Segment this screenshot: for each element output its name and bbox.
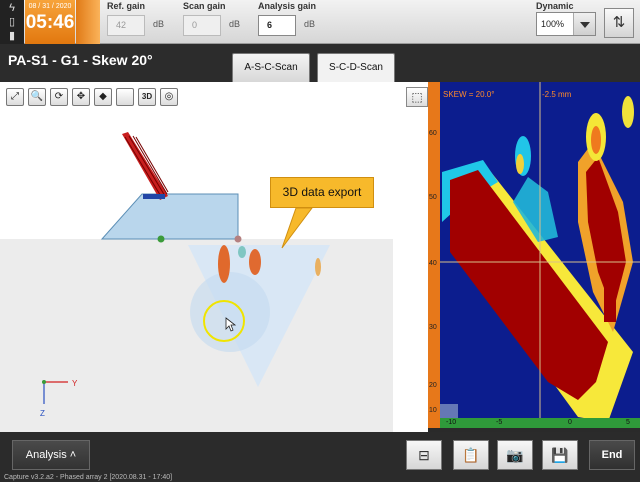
status-accent [76,0,100,44]
x-tick-neg5: -5 [496,419,503,426]
analysis-button[interactable]: Analysis ˄ [12,440,90,470]
s-scan-image [428,82,640,428]
chevron-down-icon[interactable] [573,13,595,35]
save-icon[interactable]: 💾 [542,440,578,470]
skew-label: SKEW = 20.0° [443,90,495,99]
marker-green[interactable] [157,235,165,243]
x-tick-neg10: -10 [446,419,457,426]
report-icon[interactable]: 📋 [453,440,489,470]
depth-label: -2.5 mm [542,90,572,99]
status-text: Capture v3.2.a2 - Phased array 2 [2020.0… [4,474,173,481]
view-3d-panel[interactable]: ⤢ 🔍 ⟳ ✥ ◆ 3D ◎ ⬚ Y Z 3D data export [0,82,428,432]
app-window: ϟ ▯ ▮ 08 / 31 / 2020 05:46 Ref. gain 42 … [0,0,640,482]
index-ruler [440,418,640,428]
swap-updown-button[interactable]: ⇅ [604,8,634,38]
page-title: PA-S1 - G1 - Skew 20° [8,52,153,68]
ref-gain-field[interactable]: 42 [107,15,145,36]
scan-gain-field[interactable]: 0 [183,15,221,36]
lightning-icon: ϟ [9,2,15,14]
analysis-gain-field[interactable]: 6 [258,15,296,36]
y-tick-20: 20 [429,382,437,389]
indication-2 [249,249,261,275]
axis-y-label: Y [72,379,78,388]
end-button[interactable]: End [589,440,635,470]
battery-icon-2: ▮ [8,30,16,42]
x-tick-5: 5 [626,419,630,426]
analysis-gain: Analysis gain 6 dB [258,1,317,36]
title-row: PA-S1 - G1 - Skew 20° A-S-C-Scan S-C-D-S… [0,44,640,82]
status-strip: ϟ ▯ ▮ [0,0,24,44]
dynamic-select[interactable]: 100% [536,12,596,36]
y-tick-50: 50 [429,194,437,201]
dynamic-label: Dynamic [536,1,574,11]
scan-gain: Scan gain 0 dB [183,1,240,36]
camera-icon[interactable]: 📷 [497,440,533,470]
clock: 08 / 31 / 2020 05:46 [25,0,75,44]
indication-3 [315,258,321,276]
y-tick-60: 60 [429,130,437,137]
clock-time: 05:46 [25,12,75,33]
bottom-bar: Analysis ˄ ⊟ 📋 📷 💾 End Capture v3.2.a2 -… [0,432,640,482]
specimen-plate [0,239,393,432]
y-tick-40: 40 [429,260,437,267]
y-tick-30: 30 [429,324,437,331]
indication-1 [218,245,230,283]
y-tick-10: 10 [429,407,437,414]
probe-wedge [100,193,239,240]
ref-gain-unit: dB [153,19,165,29]
scan-gain-label: Scan gain [183,1,226,11]
scan-gain-unit: dB [229,19,241,29]
s-scan-panel[interactable]: SKEW = 20.0° -2.5 mm 60 50 40 30 20 10 -… [428,82,640,432]
layout-icon[interactable]: ⊟ [406,440,442,470]
probe-array [122,132,169,200]
analysis-gain-label: Analysis gain [258,1,317,11]
tab-s-c-d-scan[interactable]: S-C-D-Scan [317,53,395,82]
3d-scene: Y Z [0,132,393,432]
ref-gain-label: Ref. gain [107,1,146,11]
ruler-handle[interactable] [440,404,458,418]
export-callout[interactable]: 3D data export [270,177,374,208]
top-bar: ϟ ▯ ▮ 08 / 31 / 2020 05:46 Ref. gain 42 … [0,0,640,44]
ref-gain: Ref. gain 42 dB [107,1,164,36]
axis-z-label: Z [40,409,45,418]
battery-icon: ▯ [8,16,16,28]
marker-red[interactable] [234,235,242,243]
analysis-gain-unit: dB [304,19,316,29]
tab-a-s-c-scan[interactable]: A-S-C-Scan [232,53,310,82]
dynamic-value: 100% [541,19,565,29]
clock-date: 08 / 31 / 2020 [28,3,72,10]
x-tick-0: 0 [568,419,572,426]
